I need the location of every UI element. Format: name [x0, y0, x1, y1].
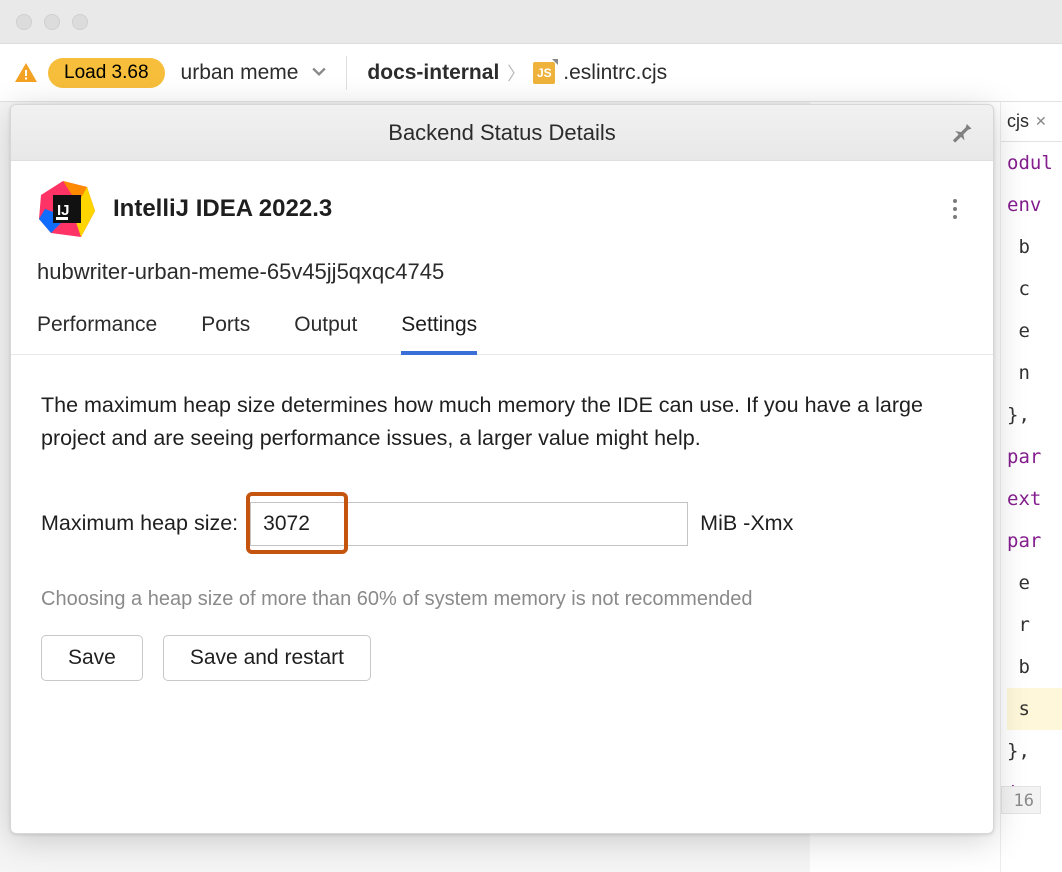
- tabs: Performance Ports Output Settings: [11, 285, 993, 355]
- ide-name: IntelliJ IDEA 2022.3: [113, 195, 332, 223]
- ide-info-row: IJ IntelliJ IDEA 2022.3: [11, 161, 993, 241]
- more-menu-icon[interactable]: [943, 197, 967, 221]
- popover-title: Backend Status Details: [388, 120, 615, 146]
- save-restart-button[interactable]: Save and restart: [163, 635, 371, 681]
- close-icon[interactable]: ✕: [1035, 113, 1047, 130]
- chevron-down-icon[interactable]: [312, 64, 326, 82]
- ide-toolbar: Load 3.68 urban meme docs-internal 〉 JS …: [0, 44, 1062, 102]
- code-fragment: odulenv b c e n},parextpar e r b s},ign: [1001, 142, 1062, 872]
- backend-status-popover: Backend Status Details IJ IntelliJ IDEA …: [10, 104, 994, 834]
- tab-output[interactable]: Output: [294, 313, 357, 354]
- warning-icon: [14, 61, 38, 85]
- breadcrumb-file[interactable]: .eslintrc.cjs: [563, 61, 667, 85]
- load-indicator[interactable]: Load 3.68: [48, 58, 165, 88]
- editor-tab[interactable]: cjs ✕: [1001, 102, 1062, 142]
- traffic-light-minimize[interactable]: [44, 14, 60, 30]
- heap-size-label: Maximum heap size:: [41, 511, 238, 536]
- breadcrumb: docs-internal 〉 JS .eslintrc.cjs: [367, 60, 667, 86]
- codespace-identifier: hubwriter-urban-meme-65v45jj5qxqc4745: [11, 241, 993, 285]
- heap-size-row: Maximum heap size: MiB -Xmx: [41, 502, 963, 546]
- intellij-logo-icon: IJ: [37, 179, 97, 239]
- js-file-icon: JS: [533, 62, 555, 84]
- tab-settings[interactable]: Settings: [401, 313, 477, 355]
- separator: [346, 56, 347, 90]
- breadcrumb-root[interactable]: docs-internal: [367, 61, 499, 85]
- heap-hint: Choosing a heap size of more than 60% of…: [41, 588, 963, 611]
- heap-size-unit: MiB -Xmx: [700, 511, 793, 536]
- tab-ports[interactable]: Ports: [201, 313, 250, 354]
- button-row: Save Save and restart: [41, 635, 963, 681]
- pin-icon[interactable]: [947, 117, 975, 145]
- popover-header: Backend Status Details: [11, 105, 993, 161]
- settings-panel: The maximum heap size determines how muc…: [11, 355, 993, 681]
- editor-strip: cjs ✕ odulenv b c e n},parextpar e r b s…: [1000, 102, 1062, 872]
- chevron-right-icon: 〉: [507, 60, 525, 86]
- gutter-line-number: 16: [1001, 786, 1041, 814]
- traffic-light-zoom[interactable]: [72, 14, 88, 30]
- heap-description: The maximum heap size determines how muc…: [41, 389, 951, 456]
- tab-performance[interactable]: Performance: [37, 313, 157, 354]
- heap-size-input[interactable]: [250, 502, 688, 546]
- editor-tab-label: cjs: [1007, 111, 1029, 132]
- save-button[interactable]: Save: [41, 635, 143, 681]
- mac-titlebar: [0, 0, 1062, 44]
- traffic-light-close[interactable]: [16, 14, 32, 30]
- svg-text:IJ: IJ: [57, 202, 70, 219]
- project-name[interactable]: urban meme: [181, 61, 299, 85]
